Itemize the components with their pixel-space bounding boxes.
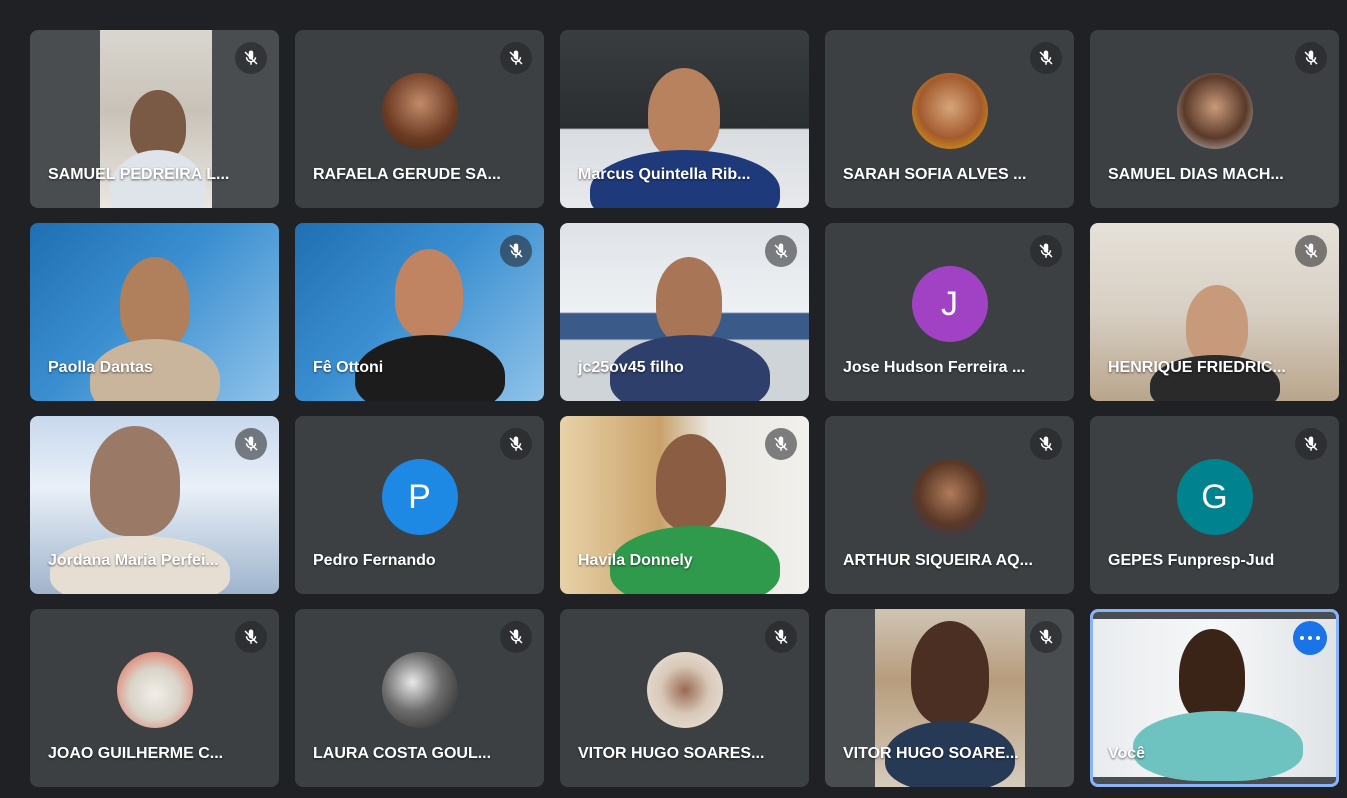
profile-photo: [646, 652, 723, 728]
mic-off-icon[interactable]: [1030, 621, 1062, 653]
participant-tile[interactable]: Paolla Dantas: [30, 223, 279, 401]
person-silhouette: [90, 426, 180, 536]
participant-name: HENRIQUE FRIEDRIC...: [1108, 359, 1286, 376]
participant-name: Paolla Dantas: [48, 359, 153, 376]
participant-tile[interactable]: LAURA COSTA GOUL...: [295, 609, 544, 787]
person-silhouette: [395, 249, 463, 337]
participant-name: Fê Ottoni: [313, 359, 384, 376]
person-silhouette: [1179, 629, 1245, 721]
participant-tile[interactable]: P Pedro Fernando: [295, 416, 544, 594]
person-silhouette: [120, 257, 190, 349]
profile-photo: [1176, 73, 1253, 149]
participant-tile[interactable]: JOAO GUILHERME C...: [30, 609, 279, 787]
avatar-initial: J: [911, 266, 988, 342]
participant-name: VITOR HUGO SOARE...: [843, 745, 1019, 762]
participant-name: SARAH SOFIA ALVES ...: [843, 166, 1027, 183]
mic-off-icon[interactable]: [765, 235, 797, 267]
mic-off-icon[interactable]: [500, 42, 532, 74]
person-silhouette: [656, 434, 726, 530]
mic-off-icon[interactable]: [1295, 428, 1327, 460]
participant-tile[interactable]: Marcus Quintella Rib...: [560, 30, 809, 208]
participant-tile[interactable]: jc25ov45 filho: [560, 223, 809, 401]
participant-name: Marcus Quintella Rib...: [578, 166, 751, 183]
participants-grid: SAMUEL PEDREIRA L... RAFAELA GERUDE SA..…: [10, 10, 1343, 790]
mic-off-icon[interactable]: [500, 428, 532, 460]
participant-name: RAFAELA GERUDE SA...: [313, 166, 501, 183]
participant-tile[interactable]: RAFAELA GERUDE SA...: [295, 30, 544, 208]
profile-photo: [116, 652, 193, 728]
mic-off-icon[interactable]: [500, 621, 532, 653]
participant-tile[interactable]: SAMUEL PEDREIRA L...: [30, 30, 279, 208]
person-silhouette: [648, 68, 720, 158]
mic-off-icon[interactable]: [765, 428, 797, 460]
avatar-initial: G: [1176, 459, 1253, 535]
profile-photo: [381, 652, 458, 728]
participant-name: ARTHUR SIQUEIRA AQ...: [843, 552, 1033, 569]
self-view-tile[interactable]: Você: [1090, 609, 1339, 787]
mic-off-icon[interactable]: [500, 235, 532, 267]
participant-name: Havila Donnely: [578, 552, 693, 569]
participant-name: VITOR HUGO SOARES...: [578, 745, 765, 762]
participant-tile[interactable]: VITOR HUGO SOARES...: [560, 609, 809, 787]
profile-photo: [911, 73, 988, 149]
profile-photo: [381, 73, 458, 149]
profile-photo: [911, 459, 988, 535]
mic-off-icon[interactable]: [235, 428, 267, 460]
participant-tile[interactable]: Fê Ottoni: [295, 223, 544, 401]
mic-off-icon[interactable]: [1030, 235, 1062, 267]
person-silhouette: [656, 257, 722, 343]
more-options-icon[interactable]: [1293, 621, 1327, 655]
participant-name: SAMUEL PEDREIRA L...: [48, 166, 230, 183]
participant-name: SAMUEL DIAS MACH...: [1108, 166, 1284, 183]
participant-tile[interactable]: SAMUEL DIAS MACH...: [1090, 30, 1339, 208]
participant-tile[interactable]: Havila Donnely: [560, 416, 809, 594]
person-silhouette: [911, 621, 989, 725]
participant-name: JOAO GUILHERME C...: [48, 745, 224, 762]
participant-tile[interactable]: VITOR HUGO SOARE...: [825, 609, 1074, 787]
participant-name: jc25ov45 filho: [578, 359, 684, 376]
person-body: [1133, 711, 1303, 781]
participant-name: Pedro Fernando: [313, 552, 436, 569]
participant-tile[interactable]: HENRIQUE FRIEDRIC...: [1090, 223, 1339, 401]
mic-off-icon[interactable]: [765, 621, 797, 653]
participant-tile[interactable]: SARAH SOFIA ALVES ...: [825, 30, 1074, 208]
participant-tile[interactable]: G GEPES Funpresp-Jud: [1090, 416, 1339, 594]
participant-name: Jordana Maria Perfei...: [48, 552, 219, 569]
participant-tile[interactable]: ARTHUR SIQUEIRA AQ...: [825, 416, 1074, 594]
mic-off-icon[interactable]: [1295, 235, 1327, 267]
participant-tile[interactable]: Jordana Maria Perfei...: [30, 416, 279, 594]
participant-name: GEPES Funpresp-Jud: [1108, 552, 1275, 569]
person-silhouette: [1186, 285, 1248, 365]
mic-off-icon[interactable]: [1030, 428, 1062, 460]
participant-tile[interactable]: J Jose Hudson Ferreira ...: [825, 223, 1074, 401]
mic-off-icon[interactable]: [1030, 42, 1062, 74]
mic-off-icon[interactable]: [1295, 42, 1327, 74]
mic-off-icon[interactable]: [235, 621, 267, 653]
mic-off-icon[interactable]: [235, 42, 267, 74]
participant-name: Você: [1108, 745, 1146, 762]
avatar-initial: P: [381, 459, 458, 535]
participant-name: LAURA COSTA GOUL...: [313, 745, 492, 762]
participant-name: Jose Hudson Ferreira ...: [843, 359, 1026, 376]
